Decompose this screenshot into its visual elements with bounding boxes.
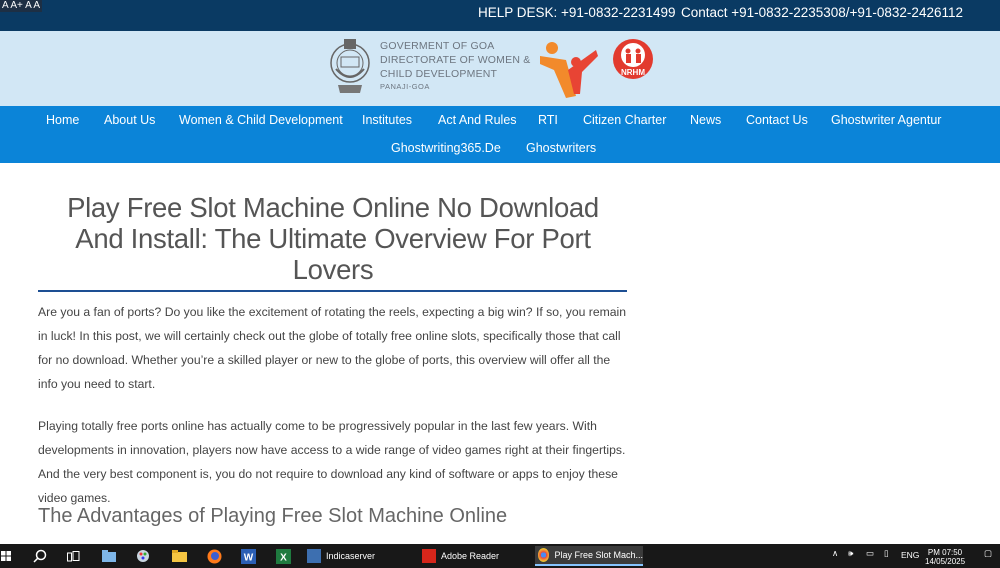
nav-news[interactable]: News [690, 113, 721, 128]
indicaserver-label: Indicaserver [326, 551, 376, 561]
chrome-icon [538, 548, 550, 562]
adobe-reader-label: Adobe Reader [441, 551, 500, 561]
article-subheading: The Advantages of Playing Free Slot Mach… [38, 505, 508, 527]
nav-home[interactable]: Home [46, 113, 79, 128]
department-name: GOVERMENT OF GOA DIRECTORATE OF WOMEN & … [380, 39, 530, 93]
svg-text:W: W [243, 552, 253, 563]
nav-about-us[interactable]: About Us [104, 113, 155, 128]
paint-icon[interactable] [134, 544, 152, 568]
nav-citizen-charter[interactable]: Citizen Charter [583, 113, 666, 128]
search-icon[interactable] [30, 544, 50, 568]
nrhm-logo-icon: NRHM [613, 39, 653, 79]
article-title: Play Free Slot Machine Online No Downloa… [67, 192, 599, 285]
file-explorer-icon[interactable] [100, 544, 118, 568]
nav-ghostwriters[interactable]: Ghostwriters [526, 141, 596, 156]
site-header: GOVERMENT OF GOA DIRECTORATE OF WOMEN & … [0, 31, 1000, 106]
language-indicator[interactable]: ENG [901, 550, 919, 560]
windows-start-icon[interactable] [0, 544, 12, 568]
nrhm-text: NRHM [621, 68, 645, 77]
indicaserver-icon [307, 549, 321, 563]
nav-women-child-development[interactable]: Women & Child Development [179, 113, 343, 128]
chevron-up-icon[interactable]: ∧ [832, 548, 838, 559]
font-size-controls[interactable]: A A+ A A [0, 0, 43, 12]
task-view-icon[interactable] [64, 544, 82, 568]
clock-time: PM 07:50 [927, 548, 963, 557]
nav-act-and-rules[interactable]: Act And Rules [438, 113, 517, 128]
contact-text: Contact +91-0832-2235308/+91-0832-242611… [681, 5, 963, 20]
taskbar-indicaserver[interactable]: Indicaserver [307, 546, 411, 566]
clock[interactable]: PM 07:50 14/05/2025 [925, 548, 965, 566]
nav-ghostwriting365[interactable]: Ghostwriting365.De [391, 141, 501, 156]
battery-icon[interactable]: ▯ [884, 548, 889, 559]
nav-ghostwriter-agentur[interactable]: Ghostwriter Agentur [831, 113, 941, 128]
article-paragraph-2: Playing totally free ports online has ac… [38, 419, 626, 505]
header-line-2: DIRECTORATE OF WOMEN & [380, 54, 531, 66]
main-nav: Home About Us Women & Child Development … [0, 106, 1000, 163]
header-line-4: PANAJI-GOA [380, 82, 430, 91]
article: Play Free Slot Machine Online No Downloa… [38, 192, 628, 285]
browser-window-label: Play Free Slot Mach... [554, 550, 643, 560]
notification-icon[interactable]: ▢ [984, 548, 992, 559]
adobe-reader-icon [422, 549, 436, 563]
family-logo-icon [540, 42, 598, 98]
nav-institutes[interactable]: Institutes [362, 113, 412, 128]
title-divider [38, 290, 627, 292]
taskbar-browser-window[interactable]: Play Free Slot Mach... [535, 546, 643, 566]
network-icon[interactable]: ▭ [866, 548, 874, 559]
speaker-icon[interactable]: 🕪 [848, 548, 853, 559]
svg-text:X: X [280, 552, 287, 563]
top-bar: A A+ A A HELP DESK: +91-0832-2231499 Con… [0, 0, 1000, 31]
header-line-3: CHILD DEVELOPMENT [380, 68, 498, 80]
header-line-1: GOVERMENT OF GOA [380, 40, 495, 52]
firefox-icon[interactable] [205, 544, 223, 568]
excel-icon[interactable]: X [274, 544, 292, 568]
clock-date: 14/05/2025 [925, 557, 966, 566]
folder-icon[interactable] [170, 544, 188, 568]
nav-contact-us[interactable]: Contact Us [746, 113, 808, 128]
word-icon[interactable]: W [239, 544, 257, 568]
helpdesk-text: HELP DESK: +91-0832-2231499 [478, 5, 676, 20]
article-paragraph-1: Are you a fan of ports? Do you like the … [38, 305, 627, 391]
taskbar-adobe-reader[interactable]: Adobe Reader [422, 546, 526, 566]
goa-emblem-icon [330, 39, 370, 93]
windows-taskbar: W X Indicaserver Adobe Reader Play Free … [0, 544, 1000, 568]
nav-rti[interactable]: RTI [538, 113, 558, 128]
